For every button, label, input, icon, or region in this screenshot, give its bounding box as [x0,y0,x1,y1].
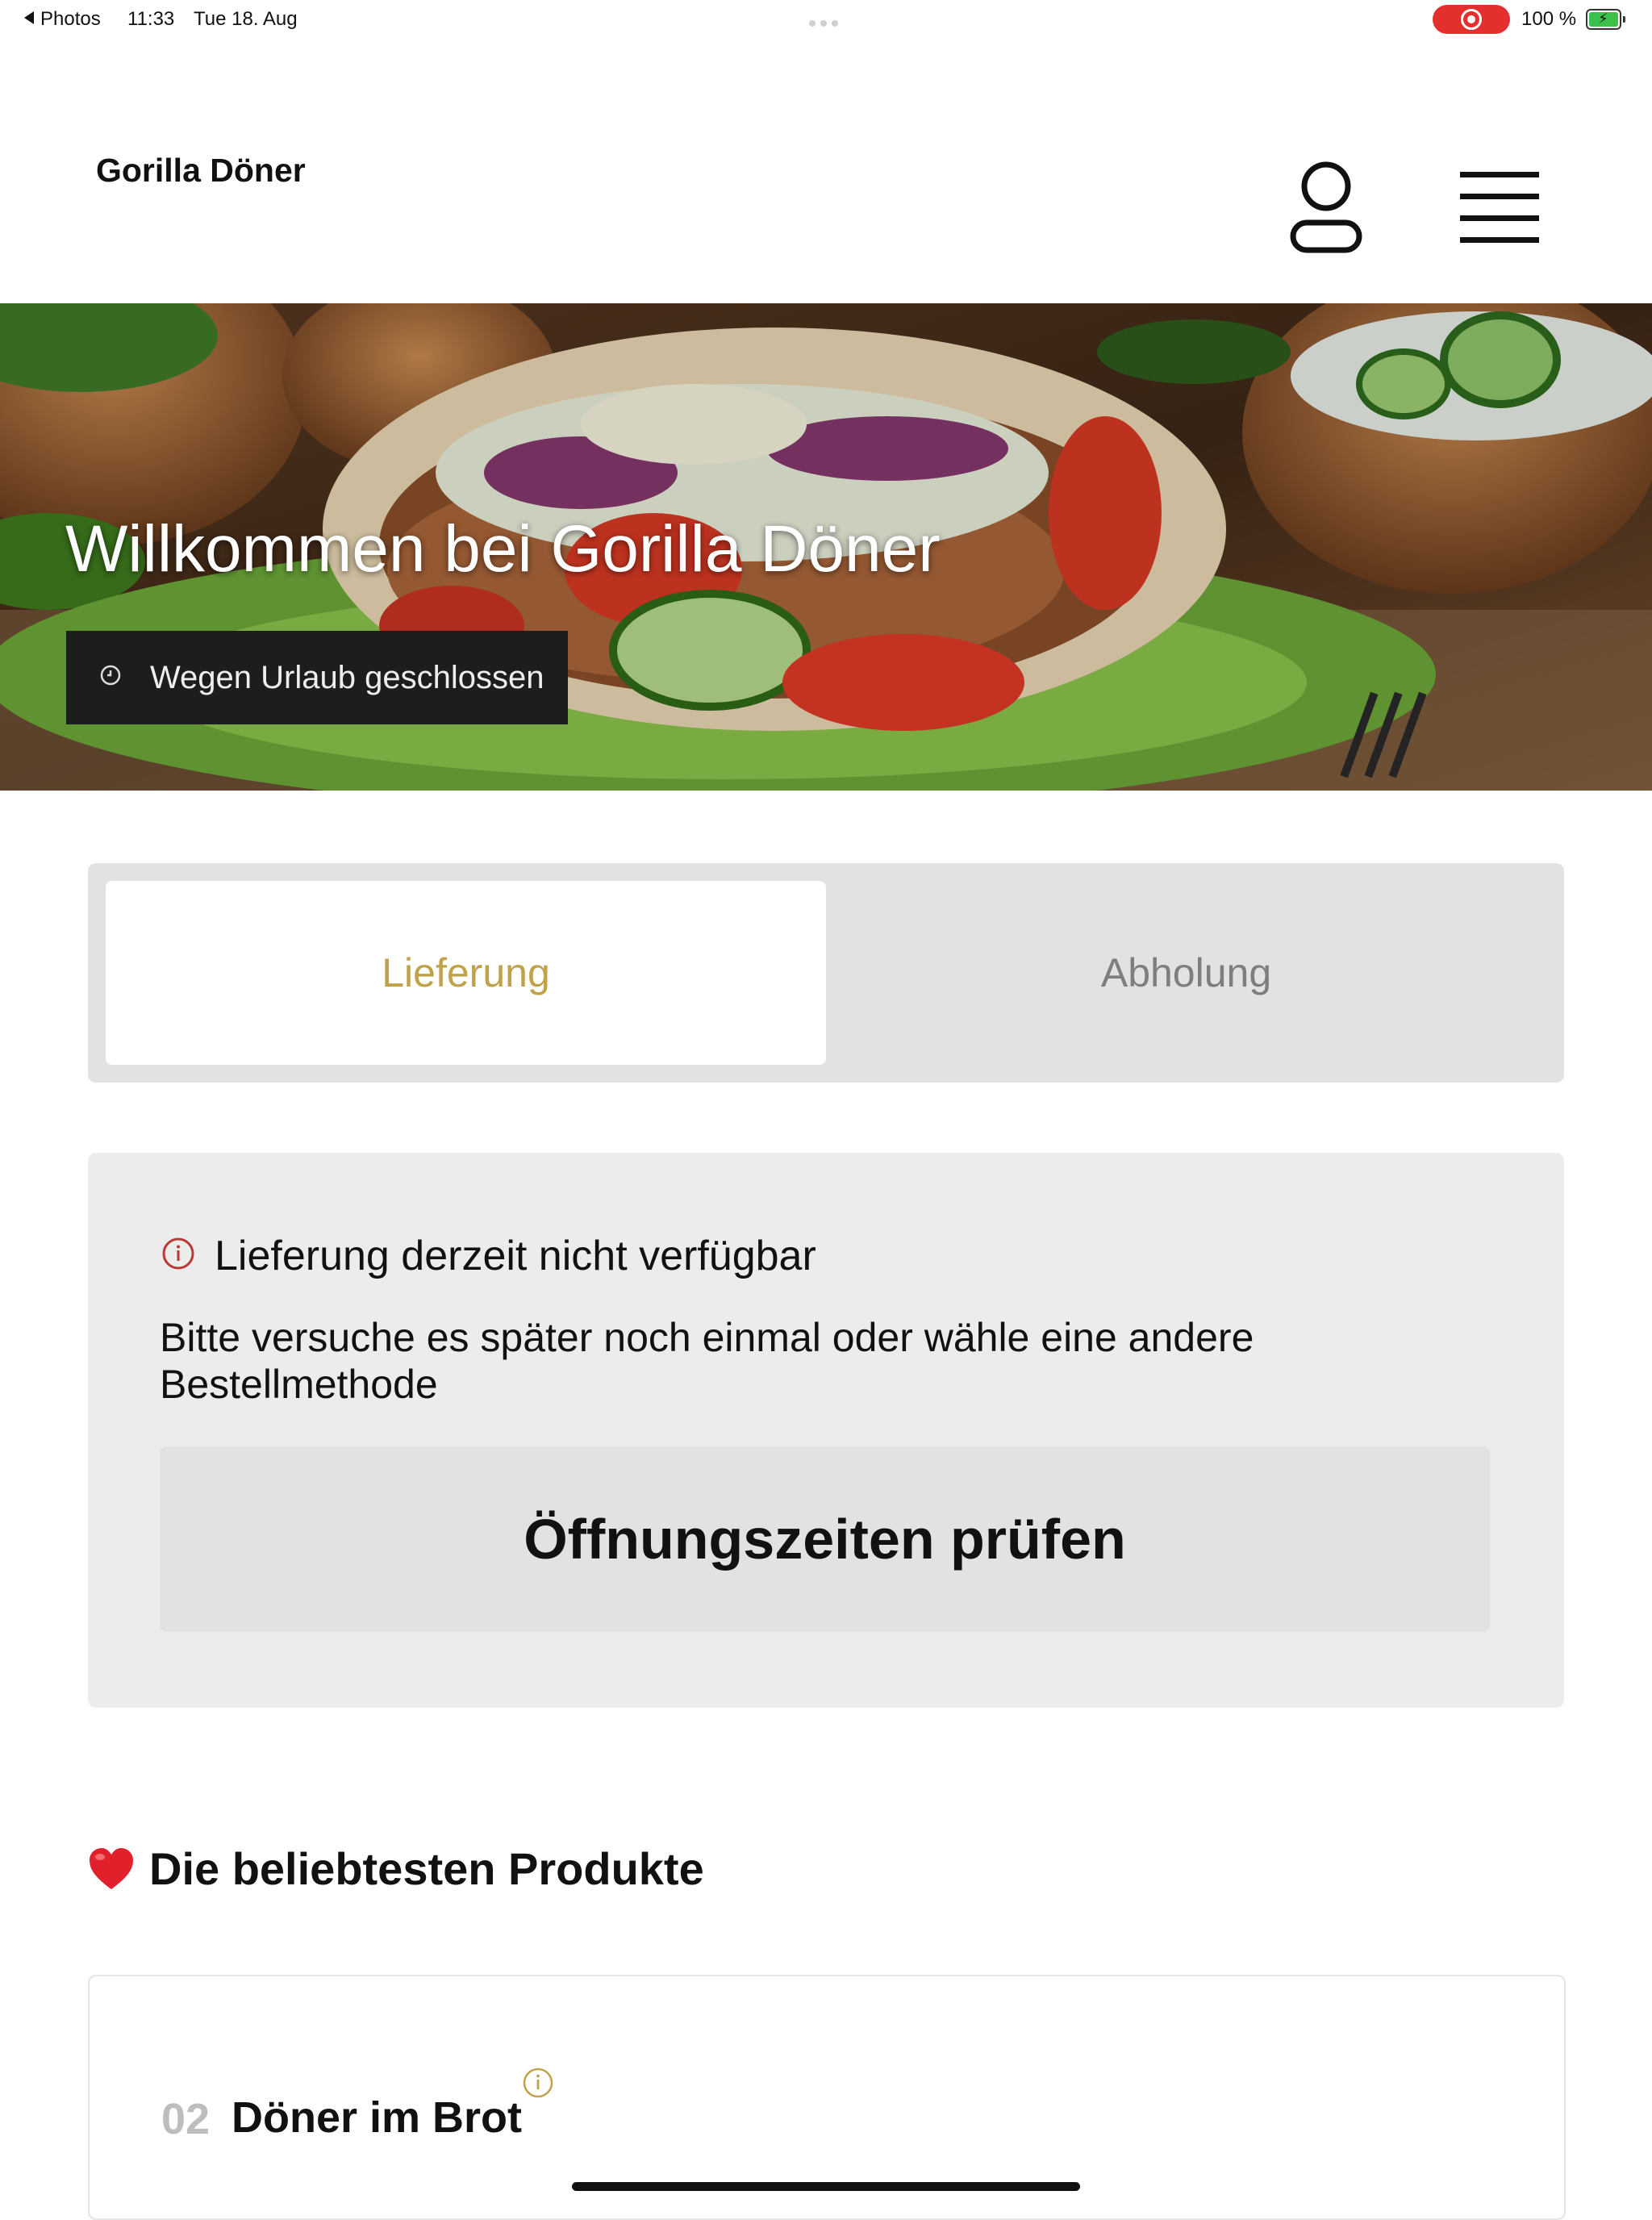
status-time: 11:33 [127,8,175,30]
user-icon [1290,161,1362,253]
notice-message: Bitte versuche es später noch einmal ode… [160,1315,1254,1407]
order-method-toggle: Lieferung Abholung [88,863,1564,1083]
product-name: Döner im Brot [232,2093,523,2142]
status-bar: Photos 11:33 Tue 18. Aug 100 % ⚡ [0,0,1652,39]
battery-percentage: 100 % [1521,8,1577,30]
popular-products-title: Die beliebtesten Produkte [149,1843,704,1894]
status-date: Tue 18. Aug [194,8,298,30]
screen-recording-indicator[interactable] [1433,5,1510,34]
home-indicator[interactable] [572,2182,1080,2191]
account-button[interactable] [1287,160,1365,257]
clock-icon [100,665,121,686]
hero-banner: Willkommen bei Gorilla Döner Wegen Urlau… [0,303,1652,791]
delivery-unavailable-notice: Lieferung derzeit nicht verfügbar Bitte … [88,1153,1564,1708]
popular-products-heading: Die beliebtesten Produkte [88,1842,704,1895]
back-to-app-link[interactable]: Photos [24,8,101,31]
battery-icon: ⚡ [1586,9,1625,30]
closed-status-badge: Wegen Urlaub geschlossen [66,631,568,724]
back-arrow-icon [24,11,34,24]
product-info-icon[interactable] [522,2067,554,2099]
notice-title: Lieferung derzeit nicht verfügbar [215,1233,816,1279]
tab-pickup[interactable]: Abholung [826,881,1546,1065]
menu-button[interactable] [1460,172,1544,244]
check-opening-hours-button[interactable]: Öffnungszeiten prüfen [160,1446,1490,1632]
closed-status-text: Wegen Urlaub geschlossen [150,660,544,695]
record-icon [1461,9,1482,30]
product-number: 02 [161,2095,211,2143]
site-header: Gorilla Döner [0,39,1652,303]
hamburger-menu-icon [1460,172,1544,243]
multitasking-dots[interactable] [809,16,843,31]
heart-icon [90,1848,133,1889]
back-app-label: Photos [40,8,101,30]
brand-name[interactable]: Gorilla Döner [96,152,306,190]
tab-delivery[interactable]: Lieferung [106,881,826,1065]
hero-title: Willkommen bei Gorilla Döner [65,512,941,586]
info-icon [162,1237,194,1270]
